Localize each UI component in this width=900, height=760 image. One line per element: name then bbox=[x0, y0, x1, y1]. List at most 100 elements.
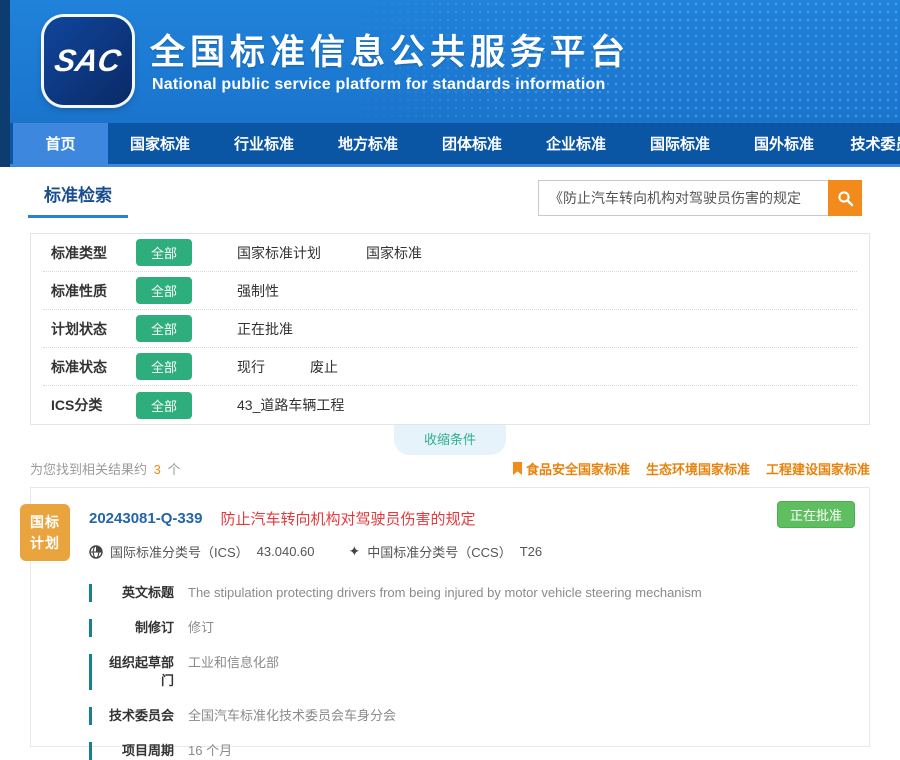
nav-tab-enterprise-standards[interactable]: 企业标准 bbox=[524, 123, 628, 164]
results-summary: 为您找到相关结果约 3 个 bbox=[30, 459, 181, 478]
page-left-edge bbox=[0, 0, 10, 167]
search-icon bbox=[837, 190, 854, 207]
ccs-label: 中国标准分类号（CCS） bbox=[367, 542, 511, 561]
filter-row-plan-status: 计划状态 全部 正在批准 bbox=[43, 310, 857, 348]
search-button[interactable] bbox=[828, 180, 862, 216]
filter-label: 标准类型 bbox=[51, 243, 136, 263]
filter-all-button[interactable]: 全部 bbox=[136, 239, 192, 266]
detail-label: 组织起草部门 bbox=[102, 654, 174, 690]
quick-link-label: 生态环境国家标准 bbox=[646, 459, 750, 478]
ics-value: 43.040.60 bbox=[257, 544, 315, 559]
standard-title-link[interactable]: 防止汽车转向机构对驾驶员伤害的规定 bbox=[220, 508, 475, 529]
nav-tab-group-standards[interactable]: 团体标准 bbox=[420, 123, 524, 164]
nav-tab-local-standards[interactable]: 地方标准 bbox=[316, 123, 420, 164]
detail-value: 全国汽车标准化技术委员会车身分会 bbox=[188, 707, 396, 725]
detail-row-english-title: 英文标题 The stipulation protecting drivers … bbox=[89, 584, 853, 602]
quick-link-engineering-construction[interactable]: 工程建设国家标准 bbox=[766, 459, 870, 478]
card-title-row: 20243081-Q-339 防止汽车转向机构对驾驶员伤害的规定 bbox=[89, 508, 853, 529]
nav-tab-national-standards[interactable]: 国家标准 bbox=[108, 123, 212, 164]
nav-tab-industry-standards[interactable]: 行业标准 bbox=[212, 123, 316, 164]
filter-row-standard-nature: 标准性质 全部 强制性 bbox=[43, 272, 857, 310]
results-count: 3 bbox=[151, 462, 164, 477]
teal-bar bbox=[89, 742, 92, 760]
nav-tab-foreign-standards[interactable]: 国外标准 bbox=[732, 123, 836, 164]
filter-option[interactable]: 国家标准计划 bbox=[237, 243, 321, 263]
filter-options: 正在批准 bbox=[237, 319, 293, 339]
filter-label: 标准性质 bbox=[51, 281, 136, 301]
filter-option[interactable]: 43_道路车辆工程 bbox=[237, 395, 344, 415]
filter-panel: 标准类型 全部 国家标准计划 国家标准 标准性质 全部 强制性 计划状态 全部 … bbox=[30, 233, 870, 425]
quick-link-label: 食品安全国家标准 bbox=[526, 459, 630, 478]
filter-options: 现行 废止 bbox=[237, 357, 338, 377]
detail-value: 16 个月 bbox=[188, 742, 232, 760]
nav-tab-home[interactable]: 首页 bbox=[13, 123, 108, 164]
national-plan-badge: 国标 计划 bbox=[20, 504, 70, 561]
quick-links: 食品安全国家标准 生态环境国家标准 工程建设国家标准 bbox=[513, 459, 870, 478]
main-nav: 首页 国家标准 行业标准 地方标准 团体标准 企业标准 国际标准 国外标准 技术… bbox=[0, 123, 900, 167]
sac-logo-text: SAC bbox=[52, 43, 124, 79]
detail-row-revision-type: 制修订 修订 bbox=[89, 619, 853, 637]
quick-link-eco-environment[interactable]: 生态环境国家标准 bbox=[646, 459, 750, 478]
ics-label: 国际标准分类号（ICS） bbox=[110, 542, 249, 561]
filter-label: 计划状态 bbox=[51, 319, 136, 339]
sac-logo[interactable]: SAC bbox=[44, 17, 132, 105]
standard-plan-code[interactable]: 20243081-Q-339 bbox=[89, 510, 202, 527]
filter-option[interactable]: 强制性 bbox=[237, 281, 279, 301]
teal-bar bbox=[89, 654, 92, 690]
filter-row-standard-status: 标准状态 全部 现行 废止 bbox=[43, 348, 857, 386]
teal-bar bbox=[89, 619, 92, 637]
filter-options: 国家标准计划 国家标准 bbox=[237, 243, 422, 263]
detail-list: 英文标题 The stipulation protecting drivers … bbox=[89, 584, 853, 760]
site-title: 全国标准信息公共服务平台 bbox=[150, 24, 630, 75]
filter-option[interactable]: 正在批准 bbox=[237, 319, 293, 339]
filter-all-button[interactable]: 全部 bbox=[136, 353, 192, 380]
result-card: 国标 计划 20243081-Q-339 防止汽车转向机构对驾驶员伤害的规定 正… bbox=[30, 487, 870, 747]
results-bar: 为您找到相关结果约 3 个 食品安全国家标准 生态环境国家标准 工程建设国家标准 bbox=[30, 459, 870, 478]
detail-row-technical-committee: 技术委员会 全国汽车标准化技术委员会车身分会 bbox=[89, 707, 853, 725]
ccs-value: T26 bbox=[520, 544, 542, 559]
search-box bbox=[538, 180, 862, 216]
filter-row-ics-category: ICS分类 全部 43_道路车辆工程 bbox=[43, 386, 857, 424]
status-badge[interactable]: 正在批准 bbox=[777, 501, 855, 528]
detail-row-project-cycle: 项目周期 16 个月 bbox=[89, 742, 853, 760]
filter-option[interactable]: 废止 bbox=[310, 357, 338, 377]
filter-options: 强制性 bbox=[237, 281, 279, 301]
detail-label: 制修订 bbox=[102, 619, 174, 637]
nav-tab-international-standards[interactable]: 国际标准 bbox=[628, 123, 732, 164]
filter-label: ICS分类 bbox=[51, 395, 136, 415]
compass-icon: ✦ bbox=[349, 543, 361, 560]
detail-value: 修订 bbox=[188, 619, 214, 637]
search-input[interactable] bbox=[538, 180, 828, 216]
detail-value: 工业和信息化部 bbox=[188, 654, 279, 690]
bookmark-icon bbox=[513, 462, 522, 475]
filter-all-button[interactable]: 全部 bbox=[136, 392, 192, 419]
filter-all-button[interactable]: 全部 bbox=[136, 315, 192, 342]
teal-bar bbox=[89, 584, 92, 602]
classification-row: 国际标准分类号（ICS） 43.040.60 ✦ 中国标准分类号（CCS） T2… bbox=[89, 542, 853, 561]
search-section-title: 标准检索 bbox=[28, 181, 128, 218]
detail-row-drafting-department: 组织起草部门 工业和信息化部 bbox=[89, 654, 853, 690]
detail-label: 项目周期 bbox=[102, 742, 174, 760]
results-summary-prefix: 为您找到相关结果约 bbox=[30, 462, 147, 477]
quick-link-label: 工程建设国家标准 bbox=[766, 459, 870, 478]
globe-icon bbox=[89, 545, 103, 559]
site-header: SAC 全国标准信息公共服务平台 National public service… bbox=[0, 0, 900, 123]
collapse-conditions-button[interactable]: 收缩条件 bbox=[394, 425, 506, 455]
filter-option[interactable]: 国家标准 bbox=[366, 243, 422, 263]
detail-label: 技术委员会 bbox=[102, 707, 174, 725]
search-section: 标准检索 bbox=[0, 167, 900, 225]
quick-link-food-safety[interactable]: 食品安全国家标准 bbox=[513, 459, 630, 478]
detail-label: 英文标题 bbox=[102, 584, 174, 602]
filter-options: 43_道路车辆工程 bbox=[237, 395, 344, 415]
filter-row-standard-type: 标准类型 全部 国家标准计划 国家标准 bbox=[43, 234, 857, 272]
badge-line1: 国标 bbox=[20, 512, 70, 533]
badge-line2: 计划 bbox=[20, 533, 70, 554]
results-summary-suffix: 个 bbox=[168, 462, 181, 477]
site-subtitle: National public service platform for sta… bbox=[152, 76, 605, 94]
filter-label: 标准状态 bbox=[51, 357, 136, 377]
teal-bar bbox=[89, 707, 92, 725]
filter-all-button[interactable]: 全部 bbox=[136, 277, 192, 304]
filter-option[interactable]: 现行 bbox=[237, 357, 265, 377]
nav-tab-technical-committee[interactable]: 技术委员会 bbox=[836, 123, 900, 164]
detail-value: The stipulation protecting drivers from … bbox=[188, 584, 702, 602]
